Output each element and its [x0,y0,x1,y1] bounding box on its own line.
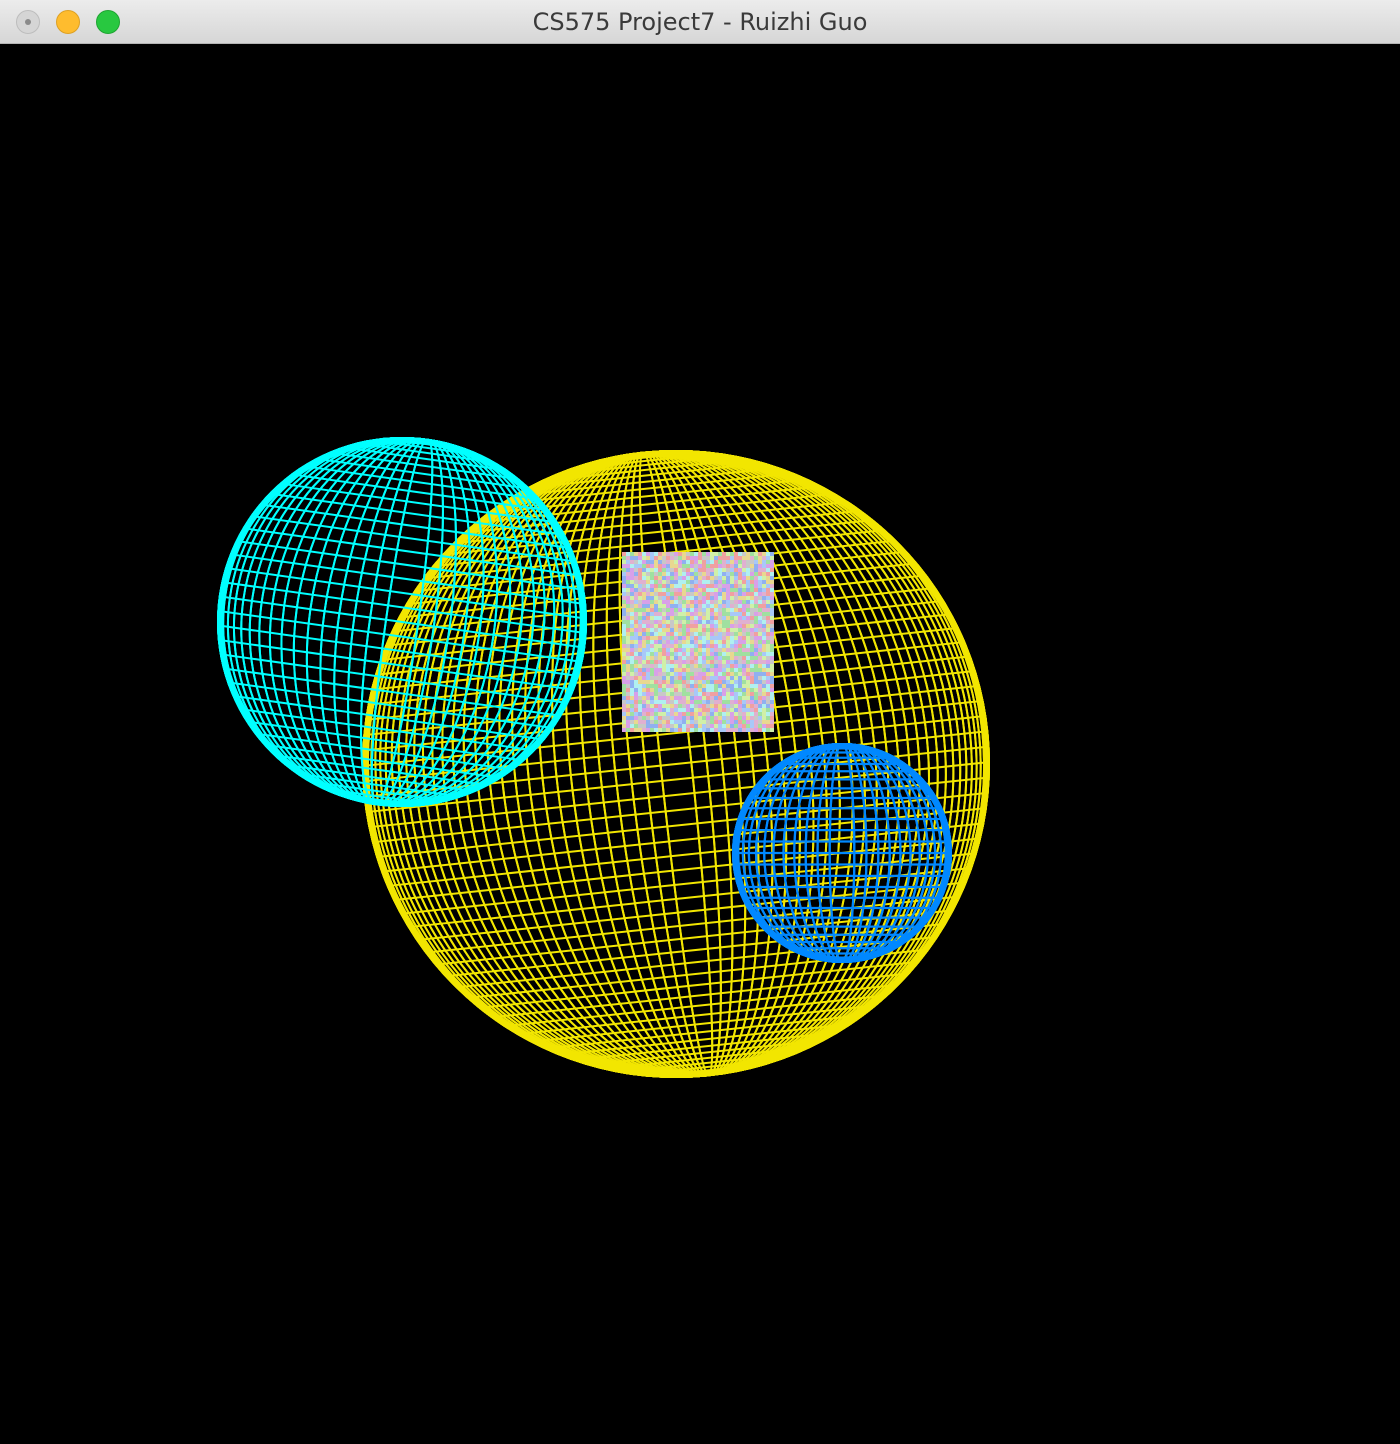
window-title: CS575 Project7 - Ruizhi Guo [532,8,868,36]
app-window: CS575 Project7 - Ruizhi Guo [0,0,1400,1444]
cyan-sphere [217,437,587,807]
title-bar[interactable]: CS575 Project7 - Ruizhi Guo [0,0,1400,44]
render-viewport[interactable] [0,44,1400,1444]
scene-canvas [217,437,990,1078]
noise-textured-quad [622,552,774,732]
blue-sphere [732,743,952,963]
